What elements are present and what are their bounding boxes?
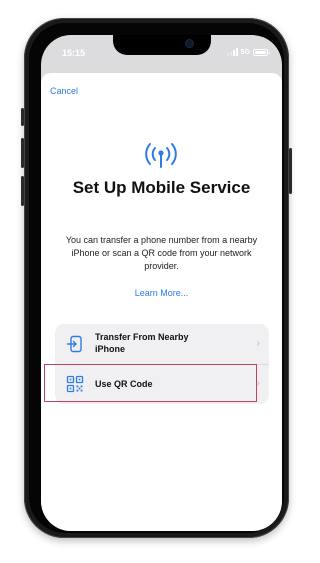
antenna-icon	[145, 143, 177, 168]
transfer-from-iphone-option[interactable]: Transfer From Nearby iPhone ›	[55, 324, 269, 365]
notch	[113, 35, 211, 55]
front-camera	[186, 40, 193, 47]
page-title: Set Up Mobile Service	[72, 178, 251, 197]
battery-icon	[253, 48, 270, 56]
cancel-button[interactable]: Cancel	[50, 86, 78, 96]
iphone-frame: 15:15 5G Cancel Set Up Mobile Service Yo…	[21, 18, 292, 538]
learn-more-link[interactable]: Learn More...	[41, 288, 282, 298]
side-button	[21, 108, 24, 126]
power-button	[289, 148, 292, 194]
phone-screen: 15:15 5G Cancel Set Up Mobile Service Yo…	[41, 35, 282, 531]
chevron-right-icon: ›	[256, 338, 260, 349]
highlight-box	[44, 364, 257, 402]
volume-up-button	[21, 138, 24, 168]
transfer-option-label: Transfer From Nearby iPhone	[95, 332, 189, 354]
description-text: You can transfer a phone number from a n…	[65, 235, 258, 271]
network-type: 5G	[240, 48, 250, 56]
volume-down-button	[21, 176, 24, 206]
status-time: 15:15	[62, 48, 86, 58]
signal-icon	[226, 48, 238, 56]
chevron-right-icon: ›	[256, 378, 260, 389]
transfer-phone-icon	[66, 335, 82, 353]
setup-mobile-sheet: Cancel Set Up Mobile Service You can tra…	[41, 73, 282, 531]
phone-bezel: 15:15 5G Cancel Set Up Mobile Service Yo…	[29, 23, 284, 533]
status-indicators: 5G	[226, 48, 270, 56]
